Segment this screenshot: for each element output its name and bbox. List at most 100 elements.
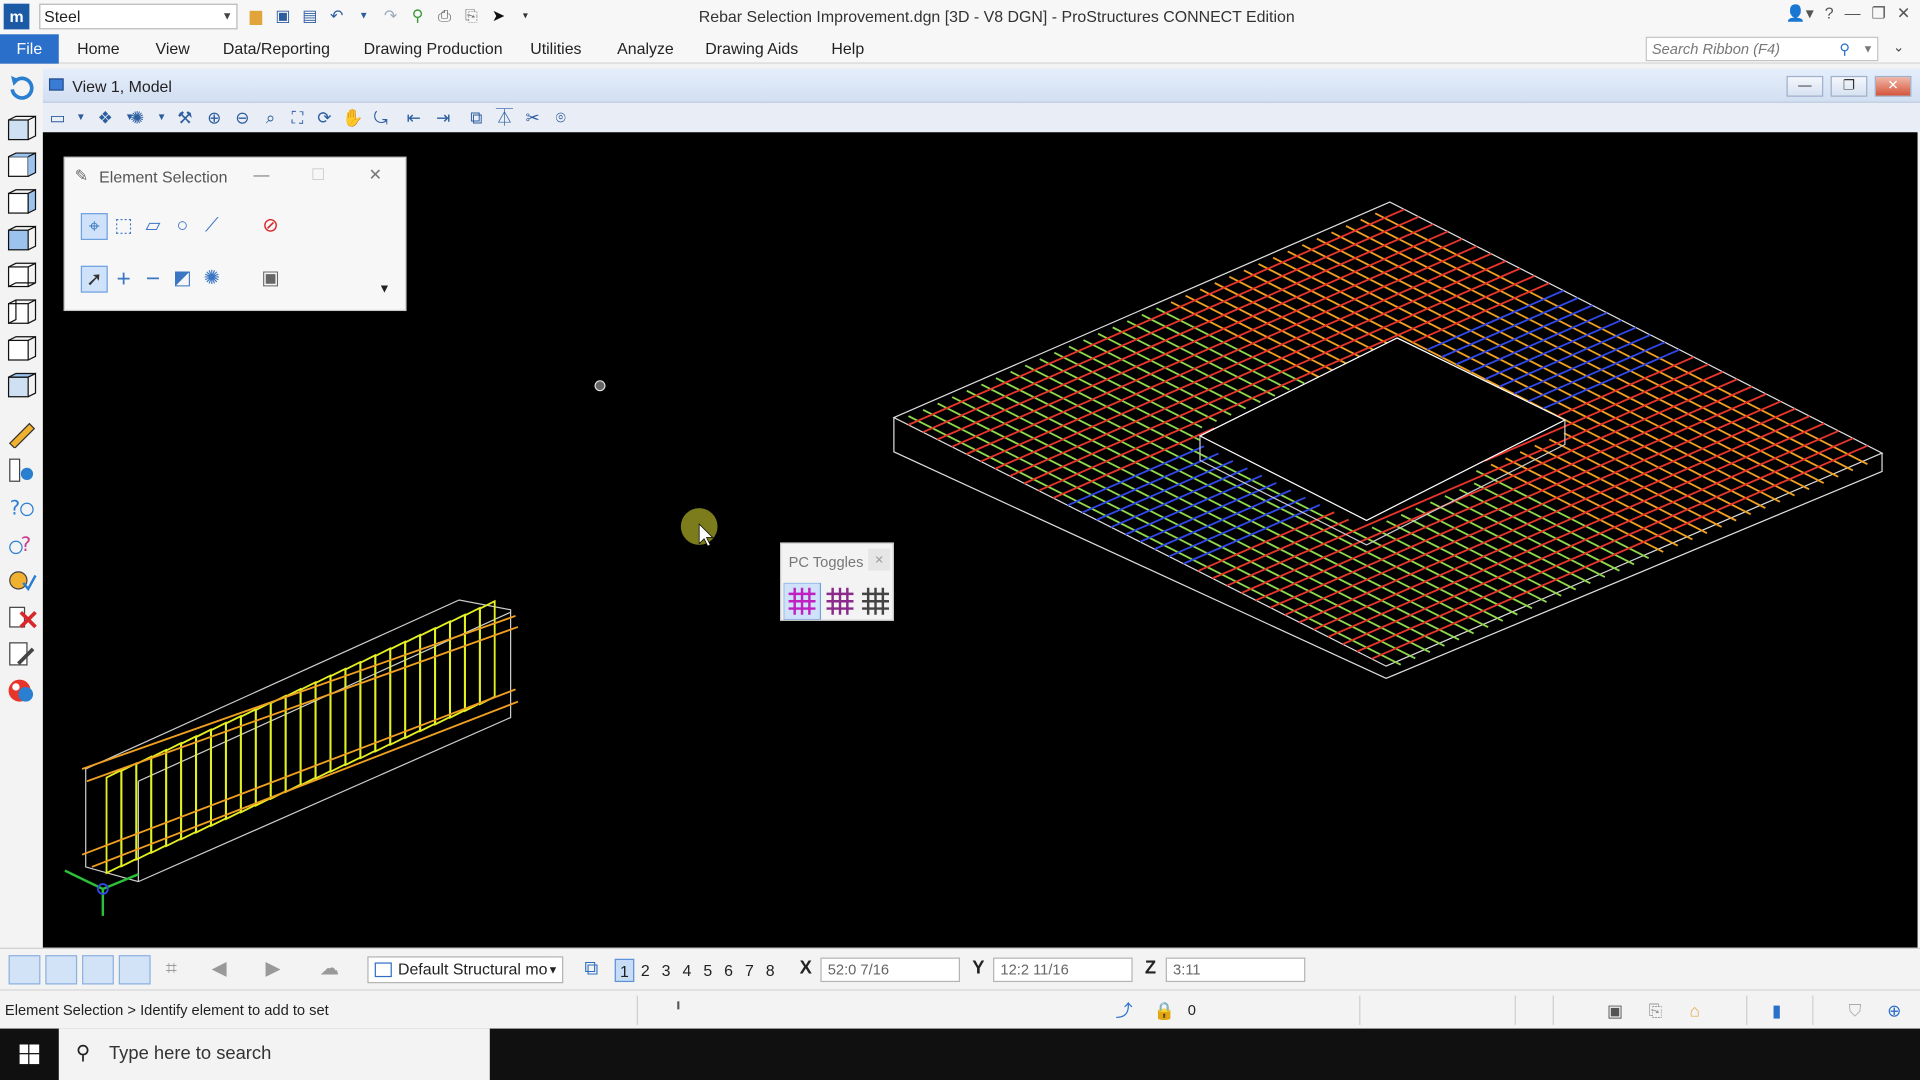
delete-element-icon[interactable] bbox=[6, 602, 38, 631]
view-button-6[interactable]: 6 bbox=[719, 959, 739, 982]
snap-nearest-icon[interactable] bbox=[118, 955, 151, 985]
restore-icon[interactable]: ❐ bbox=[1872, 4, 1886, 24]
tab-analyze[interactable]: Analyze bbox=[617, 34, 674, 63]
chevron-down-icon[interactable]: ▼ bbox=[1863, 38, 1874, 60]
add-mode-icon[interactable]: + bbox=[110, 266, 137, 293]
query-icon[interactable]: ? bbox=[6, 492, 38, 521]
view-groups-icon[interactable]: ⧉ bbox=[576, 955, 608, 984]
view-cube-front-icon[interactable] bbox=[6, 152, 38, 181]
lighting-dropdown-icon[interactable]: ▼ bbox=[151, 107, 173, 129]
lighting-icon[interactable]: ✺ bbox=[126, 107, 148, 129]
lock-icon[interactable]: 🔒 bbox=[1152, 998, 1176, 1022]
new-mode-icon[interactable]: ➚ bbox=[80, 265, 108, 293]
accusnap-icon[interactable]: ⤴ bbox=[1112, 998, 1136, 1022]
refresh-icon[interactable] bbox=[6, 73, 38, 102]
view-button-7[interactable]: 7 bbox=[740, 959, 760, 982]
book-icon[interactable]: ▮ bbox=[1764, 998, 1788, 1022]
block-method-icon[interactable]: ⬚ bbox=[110, 213, 137, 240]
user-icon[interactable]: 👤▾ bbox=[1786, 4, 1814, 24]
display-style-icon[interactable]: ❖ bbox=[94, 107, 116, 129]
zoom-out-icon[interactable]: ⊖ bbox=[231, 107, 253, 129]
view-attributes-icon[interactable]: ▭ bbox=[47, 107, 69, 129]
view-button-1[interactable]: 1 bbox=[614, 958, 635, 983]
close-icon[interactable]: ✕ bbox=[868, 548, 891, 571]
expand-dialog-icon[interactable]: ▼ bbox=[371, 277, 398, 304]
save-icon[interactable]: ▣ bbox=[1603, 998, 1627, 1022]
toggle-rebar-grid-magenta-icon[interactable] bbox=[783, 582, 822, 620]
pan-icon[interactable]: ✋ bbox=[342, 107, 364, 129]
y-coordinate-field[interactable]: 12:2 11/16 bbox=[993, 957, 1133, 983]
tab-drawing-aids[interactable]: Drawing Aids bbox=[705, 34, 798, 63]
snap-toggle-icon[interactable] bbox=[8, 955, 41, 985]
fit-view-icon[interactable]: ⛶ bbox=[287, 107, 309, 129]
shield-icon[interactable]: ⛉ bbox=[1843, 998, 1867, 1022]
model-selector[interactable]: Default Structural mo ▼ bbox=[367, 956, 564, 984]
line-method-icon[interactable]: ⟋ bbox=[198, 213, 225, 240]
circle-method-icon[interactable]: ○ bbox=[169, 213, 196, 240]
view-cube-top-icon[interactable] bbox=[6, 115, 38, 144]
minimize-icon[interactable]: — bbox=[1845, 4, 1861, 24]
search-icon[interactable]: ⚲ bbox=[1839, 38, 1850, 60]
view-previous-icon[interactable]: ⇤ bbox=[403, 107, 425, 129]
individual-method-icon[interactable]: ⌖ bbox=[80, 213, 108, 241]
clip-mask-icon[interactable]: ✂ bbox=[522, 107, 544, 129]
brush-icon[interactable]: ⚒ bbox=[174, 107, 196, 129]
z-coordinate-field[interactable]: 3:11 bbox=[1165, 957, 1306, 983]
back-icon[interactable]: ◀ bbox=[203, 955, 235, 984]
window-area-icon[interactable]: ⌕ bbox=[260, 107, 282, 129]
close-icon[interactable]: ✕ bbox=[1897, 4, 1910, 24]
subtract-mode-icon[interactable]: − bbox=[140, 266, 167, 293]
forward-icon[interactable]: ▶ bbox=[257, 955, 289, 984]
properties-icon[interactable] bbox=[6, 456, 38, 485]
view-cube-back-icon[interactable] bbox=[6, 335, 38, 365]
taskbar-search-input[interactable]: ⚲ Type here to search bbox=[58, 1028, 490, 1080]
tab-view[interactable]: View bbox=[156, 34, 190, 63]
tab-drawing-production[interactable]: Drawing Production bbox=[364, 34, 503, 63]
clear-selection-icon[interactable]: ⊘ bbox=[257, 213, 284, 240]
view-attributes-dropdown-icon[interactable]: ▼ bbox=[70, 107, 92, 129]
zoom-in-icon[interactable]: ⊕ bbox=[203, 107, 225, 129]
help-icon[interactable]: ? bbox=[1825, 4, 1834, 24]
view-button-5[interactable]: 5 bbox=[698, 959, 718, 982]
select-all-icon[interactable]: ✺ bbox=[198, 266, 225, 293]
cloud-icon[interactable]: ☁ bbox=[313, 955, 345, 984]
view-cube-right-icon[interactable] bbox=[6, 188, 38, 218]
view-button-2[interactable]: 2 bbox=[636, 959, 656, 982]
help-query-icon[interactable]: ? bbox=[6, 529, 38, 558]
invert-mode-icon[interactable]: ◩ bbox=[169, 266, 196, 293]
shape-method-icon[interactable]: ▱ bbox=[140, 213, 167, 240]
tab-home[interactable]: Home bbox=[77, 34, 119, 63]
color-palette-icon[interactable] bbox=[6, 676, 38, 705]
copy-view-icon[interactable]: ⧉ bbox=[465, 107, 487, 129]
camera-icon[interactable]: ⌾ bbox=[550, 107, 572, 129]
home-icon[interactable]: ⌂ bbox=[1682, 998, 1706, 1022]
accudraw-icon[interactable]: ⌗ bbox=[156, 955, 188, 984]
clip-volume-icon[interactable]: ⏄ bbox=[493, 107, 515, 129]
tab-file[interactable]: File bbox=[0, 34, 59, 64]
walk-icon[interactable]: ⤿ bbox=[370, 107, 392, 129]
view-restore-button[interactable]: ❐ bbox=[1830, 75, 1868, 97]
close-icon[interactable]: ✕ bbox=[369, 165, 382, 185]
maximize-icon[interactable]: ☐ bbox=[311, 165, 325, 185]
toggle-rebar-grid-gray-icon[interactable] bbox=[862, 587, 889, 615]
measure-pencil-icon[interactable] bbox=[6, 419, 38, 450]
view-cube-bottom-icon[interactable] bbox=[6, 262, 38, 291]
rotate-icon[interactable]: ⟳ bbox=[313, 107, 335, 129]
view-cube-shaded-icon[interactable] bbox=[6, 372, 38, 401]
view-button-3[interactable]: 3 bbox=[656, 959, 676, 982]
tab-help[interactable]: Help bbox=[831, 34, 864, 63]
view-next-icon[interactable]: ⇥ bbox=[432, 107, 454, 129]
minimize-icon[interactable]: — bbox=[253, 165, 269, 183]
view-cube-left-icon[interactable] bbox=[6, 299, 38, 328]
view-button-8[interactable]: 8 bbox=[760, 959, 780, 982]
view-button-4[interactable]: 4 bbox=[677, 959, 697, 982]
select-cursor-icon[interactable]: ▣ bbox=[257, 266, 284, 293]
windows-icon[interactable] bbox=[0, 1029, 59, 1080]
ribbon-search-input[interactable]: Search Ribbon (F4) ⚲ ▼ bbox=[1645, 36, 1879, 62]
toggle-rebar-grid-purple-icon[interactable] bbox=[826, 587, 854, 615]
tab-utilities[interactable]: Utilities bbox=[530, 34, 581, 63]
ribbon-collapse-icon[interactable]: ⌄ bbox=[1893, 39, 1904, 55]
view-minimize-button[interactable]: — bbox=[1786, 75, 1824, 97]
x-coordinate-field[interactable]: 52:0 7/16 bbox=[820, 957, 961, 983]
view-close-button[interactable]: ✕ bbox=[1874, 75, 1912, 97]
